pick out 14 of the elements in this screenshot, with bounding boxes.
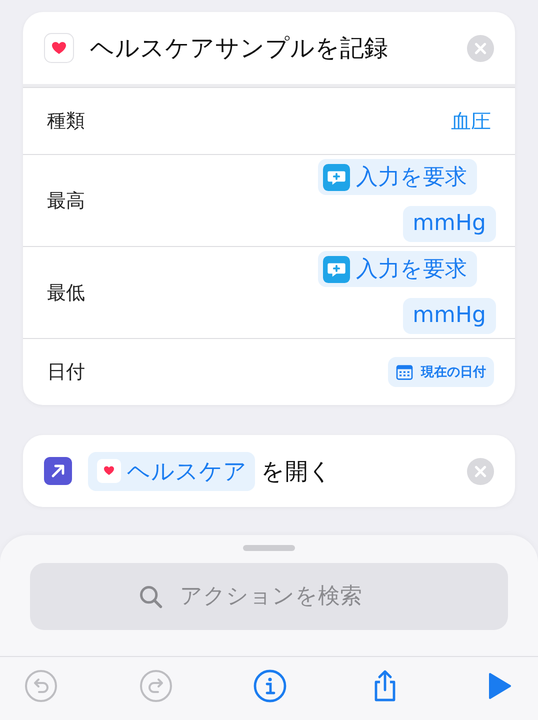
parameter-label: 最低	[47, 280, 85, 306]
action-title: ヘルスケアサンプルを記録	[90, 33, 389, 64]
app-token[interactable]: ヘルスケア	[88, 452, 255, 490]
parameter-value[interactable]: 血圧	[451, 108, 491, 134]
action-verb: を開く	[261, 458, 333, 486]
parameter-label: 種類	[47, 109, 85, 134]
ask-input-token[interactable]: 入力を要求	[318, 251, 477, 287]
parameter-label: 最高	[47, 188, 85, 214]
parameter-label: 日付	[47, 360, 85, 385]
unit-token[interactable]: mmHg	[402, 206, 496, 242]
date-token[interactable]: 現在の日付	[388, 357, 494, 387]
ask-input-token[interactable]: 入力を要求	[318, 159, 477, 195]
search-field[interactable]: アクションを検索	[30, 563, 508, 630]
unit-token[interactable]: mmHg	[402, 298, 496, 334]
